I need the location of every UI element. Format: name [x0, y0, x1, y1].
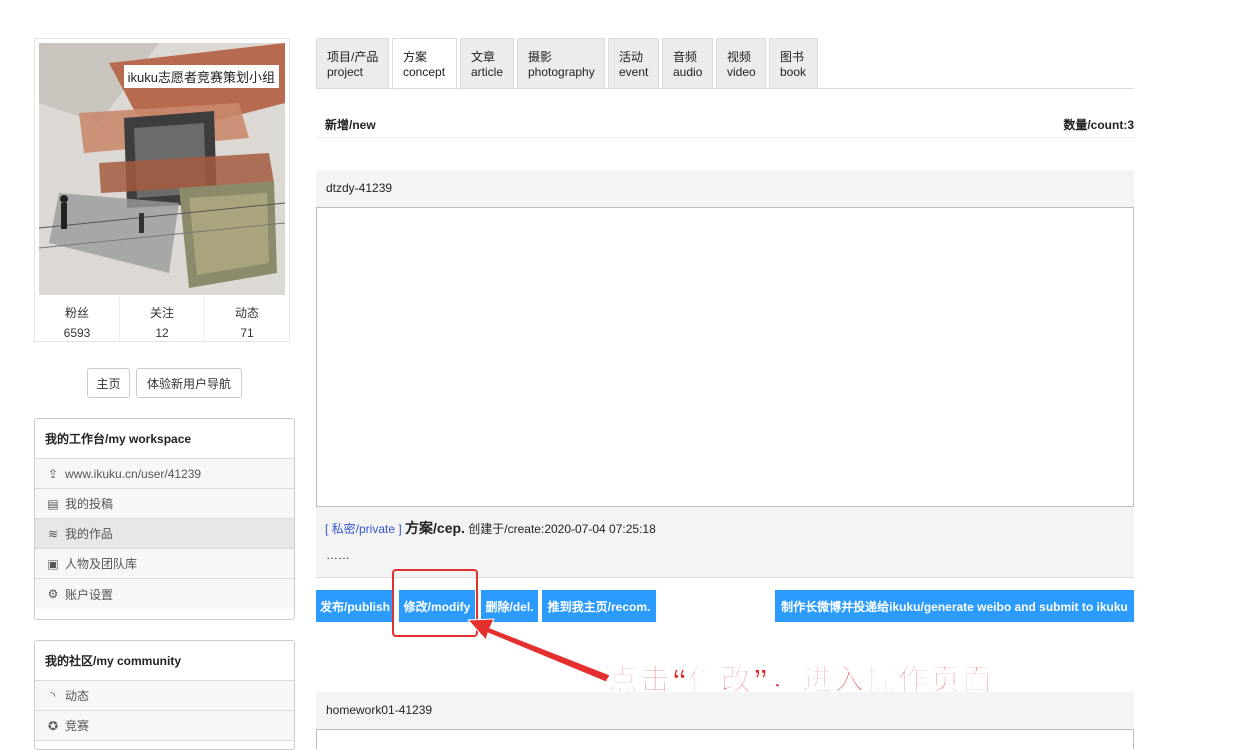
stat-label: 关注 — [149, 306, 174, 320]
community-panel: 我的社区/my community ◝ 动态 ✪ 竞赛 — [34, 640, 295, 750]
sidebar-item-account-settings[interactable]: ⚙ 账户设置 — [35, 579, 294, 609]
clipboard-icon: ▤ — [47, 496, 59, 511]
created-date: 创建于/create:2020-07-04 07:25:18 — [468, 522, 656, 536]
item-preview[interactable] — [316, 207, 1134, 507]
sidebar-item-competitions[interactable]: ✪ 竞赛 — [35, 711, 294, 741]
rss-icon: ◝ — [50, 688, 56, 703]
sidebar-item-label: 我的作品 — [65, 527, 114, 541]
tab-label-cn: 文章 — [471, 50, 496, 64]
tab-photography[interactable]: 摄影 photography — [517, 38, 605, 89]
stat-fans[interactable]: 粉丝 6593 — [35, 297, 120, 343]
new-link[interactable]: 新增/new — [325, 116, 376, 133]
cover-image[interactable]: ikuku志愿者竞赛策划小组 — [39, 43, 285, 295]
privacy-badge[interactable]: [ 私密/private ] — [325, 522, 402, 536]
item-count: 数量/count:3 — [1063, 118, 1134, 132]
item-title: homework01-41239 — [316, 692, 1134, 729]
tab-concept[interactable]: 方案 concept — [392, 38, 457, 90]
sidebar-item-label: 我的投稿 — [65, 497, 114, 511]
award-icon: ✪ — [47, 718, 59, 733]
tab-label-en: concept — [403, 65, 446, 79]
layers-icon: ≋ — [47, 526, 59, 541]
generate-weibo-button[interactable]: 制作长微博并投递给ikuku/generate weibo and submit… — [775, 590, 1134, 622]
tab-project[interactable]: 项目/产品 project — [316, 38, 389, 89]
cover-title: ikuku志愿者竞赛策划小组 — [123, 65, 279, 88]
stat-label: 动态 — [234, 306, 259, 320]
home-button[interactable]: 主页 — [87, 368, 130, 398]
sidebar-item-label: www.ikuku.cn/user/41239 — [65, 466, 202, 481]
tab-label-cn: 方案 — [403, 50, 428, 64]
tab-label-en: audio — [673, 65, 703, 79]
sidebar-item-submissions[interactable]: ▤ 我的投稿 — [35, 489, 294, 519]
gear-icon: ⚙ — [47, 587, 59, 601]
arrow-icon — [466, 618, 611, 683]
id-card-icon: ▣ — [47, 556, 59, 571]
community-title: 我的社区/my community — [35, 641, 294, 681]
tab-label-cn: 音频 — [673, 50, 698, 64]
tab-label-cn: 活动 — [619, 50, 644, 64]
workspace-title: 我的工作台/my workspace — [35, 419, 294, 459]
tab-label-en: book — [780, 65, 807, 79]
sidebar-item-people-teams[interactable]: ▣ 人物及团队库 — [35, 549, 294, 579]
tab-label-en: video — [727, 65, 756, 79]
share-icon: ⇪ — [47, 466, 59, 481]
sidebar-item-label: 动态 — [65, 689, 90, 703]
item-meta: [ 私密/private ] 方案/cep. 创建于/create:2020-0… — [316, 507, 1134, 578]
tab-label-en: event — [619, 65, 649, 79]
tab-event[interactable]: 活动 event — [608, 38, 659, 89]
sidebar-item-label: 竞赛 — [65, 719, 90, 733]
stat-value: 6593 — [63, 326, 91, 340]
item-type: 方案/cep. — [405, 520, 465, 536]
stat-value: 12 — [155, 326, 169, 340]
tab-label-cn: 项目/产品 — [327, 50, 379, 64]
tab-article[interactable]: 文章 article — [460, 38, 514, 89]
tab-label-en: project — [327, 65, 364, 79]
profile-card: ikuku志愿者竞赛策划小组 粉丝 6593 关注 12 动态 71 — [34, 38, 290, 343]
sidebar-item-feed[interactable]: ◝ 动态 — [35, 681, 294, 711]
stat-label: 粉丝 — [64, 306, 89, 320]
tab-label-en: article — [471, 65, 504, 79]
stat-activity[interactable]: 动态 71 — [205, 297, 289, 343]
tab-book[interactable]: 图书 book — [769, 38, 818, 89]
sidebar-item-label: 人物及团队库 — [65, 557, 138, 571]
stat-following[interactable]: 关注 12 — [120, 297, 205, 343]
item-preview[interactable] — [316, 729, 1134, 749]
sidebar-item-user-url[interactable]: ⇪ www.ikuku.cn/user/41239 — [35, 459, 294, 489]
tab-label-en: photography — [528, 65, 595, 79]
meta-line: [ 私密/private ] 方案/cep. 创建于/create:2020-0… — [325, 518, 656, 538]
tab-divider — [316, 88, 1134, 89]
sidebar-item-label: 账户设置 — [65, 587, 114, 602]
publish-button[interactable]: 发布/publish — [316, 590, 394, 622]
item-title: dtzdy-41239 — [316, 170, 1134, 207]
item-excerpt: …… — [326, 548, 350, 562]
tab-label-cn: 视频 — [727, 50, 752, 64]
tab-label-cn: 摄影 — [528, 50, 553, 64]
stat-value: 71 — [240, 326, 254, 340]
new-user-guide-button[interactable]: 体验新用户导航 — [136, 368, 242, 398]
tab-audio[interactable]: 音频 audio — [662, 38, 713, 89]
sidebar-item-my-works[interactable]: ≋ 我的作品 — [35, 519, 294, 549]
tab-video[interactable]: 视频 video — [716, 38, 766, 89]
workspace-panel: 我的工作台/my workspace ⇪ www.ikuku.cn/user/4… — [34, 418, 295, 620]
tab-label-cn: 图书 — [780, 50, 805, 64]
list-toolbar: 新增/new 数量/count:3 — [316, 110, 1134, 138]
